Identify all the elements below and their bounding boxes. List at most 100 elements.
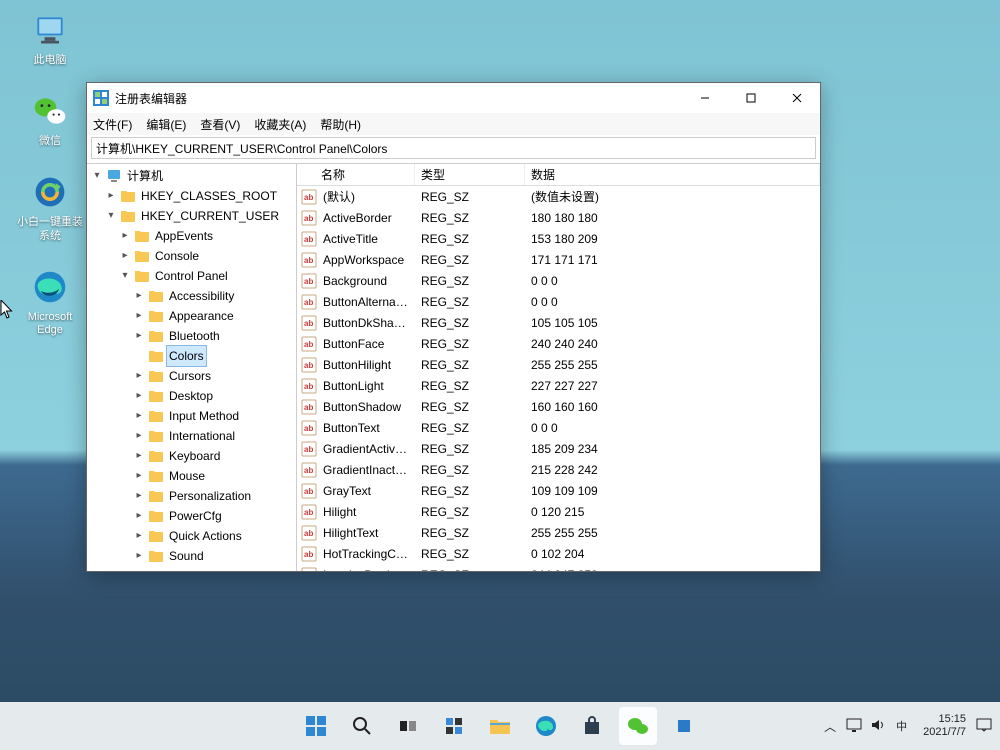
string-value-icon: [301, 504, 317, 520]
value-row[interactable]: InactiveBorderREG_SZ244 247 252: [297, 564, 820, 571]
tree-item[interactable]: ▸Keyboard: [133, 446, 296, 466]
value-row[interactable]: GradientActive...REG_SZ185 209 234: [297, 438, 820, 459]
desktop-edge[interactable]: MicrosoftEdge: [10, 267, 90, 337]
wechat-icon: [30, 91, 70, 131]
value-row[interactable]: ButtonFaceREG_SZ240 240 240: [297, 333, 820, 354]
value-row[interactable]: ButtonShadowREG_SZ160 160 160: [297, 396, 820, 417]
string-value-icon: [301, 231, 317, 247]
tool-taskbar[interactable]: [665, 707, 703, 745]
tree-hkcu[interactable]: ▾HKEY_CURRENT_USER: [105, 206, 296, 226]
start-button[interactable]: [297, 707, 335, 745]
tree-item[interactable]: ▸Console: [119, 246, 296, 266]
value-row[interactable]: HilightREG_SZ0 120 215: [297, 501, 820, 522]
tool-icon: [30, 172, 70, 212]
menu-item[interactable]: 收藏夹(A): [254, 116, 306, 133]
tree-pane[interactable]: ▾计算机▸HKEY_CLASSES_ROOT▾HKEY_CURRENT_USER…: [87, 164, 297, 571]
col-name[interactable]: 名称: [297, 164, 415, 185]
taskbar: ︿ 中 15:15 2021/7/7: [0, 702, 1000, 750]
edge-icon: [30, 267, 70, 307]
value-row[interactable]: GradientInactiv...REG_SZ215 228 242: [297, 459, 820, 480]
string-value-icon: [301, 315, 317, 331]
tree-item[interactable]: ▸Desktop: [133, 386, 296, 406]
minimize-button[interactable]: [682, 83, 728, 113]
clock[interactable]: 15:15 2021/7/7: [923, 713, 966, 739]
volume-icon[interactable]: [870, 718, 886, 735]
tree-item[interactable]: ▸Quick Actions: [133, 526, 296, 546]
string-value-icon: [301, 210, 317, 226]
tree-item[interactable]: Colors: [133, 346, 296, 366]
explorer-button[interactable]: [481, 707, 519, 745]
system-tray: ︿ 中 15:15 2021/7/7: [824, 713, 992, 739]
value-row[interactable]: (默认)REG_SZ(数值未设置): [297, 186, 820, 207]
tree-control-panel[interactable]: ▾Control Panel: [119, 266, 296, 286]
tree-item[interactable]: ▸AppEvents: [119, 226, 296, 246]
tree-computer[interactable]: ▾计算机: [91, 166, 296, 186]
value-row[interactable]: ButtonLightREG_SZ227 227 227: [297, 375, 820, 396]
value-row[interactable]: ActiveBorderREG_SZ180 180 180: [297, 207, 820, 228]
value-row[interactable]: ButtonDkShad...REG_SZ105 105 105: [297, 312, 820, 333]
column-headers[interactable]: 名称 类型 数据: [297, 164, 820, 186]
maximize-button[interactable]: [728, 83, 774, 113]
desktop-wechat[interactable]: 微信: [10, 91, 90, 148]
tree-item[interactable]: ▸Appearance: [133, 306, 296, 326]
tree-item[interactable]: ▸Bluetooth: [133, 326, 296, 346]
tree-hkcr[interactable]: ▸HKEY_CLASSES_ROOT: [105, 186, 296, 206]
value-row[interactable]: ButtonAlternat...REG_SZ0 0 0: [297, 291, 820, 312]
desktop-tool[interactable]: 小白一键重装系统: [10, 172, 90, 242]
tree-item[interactable]: ▸PowerCfg: [133, 506, 296, 526]
string-value-icon: [301, 294, 317, 310]
close-button[interactable]: [774, 83, 820, 113]
value-row[interactable]: ButtonHilightREG_SZ255 255 255: [297, 354, 820, 375]
ime-indicator[interactable]: 中: [896, 718, 907, 734]
tree-item[interactable]: ▸Personalization: [133, 486, 296, 506]
titlebar[interactable]: 注册表编辑器: [87, 83, 820, 113]
col-data[interactable]: 数据: [525, 164, 820, 185]
search-button[interactable]: [343, 707, 381, 745]
string-value-icon: [301, 525, 317, 541]
string-value-icon: [301, 252, 317, 268]
network-icon[interactable]: [846, 718, 862, 735]
tree-item[interactable]: ▸Mouse: [133, 466, 296, 486]
window-title: 注册表编辑器: [115, 90, 187, 107]
string-value-icon: [301, 399, 317, 415]
menu-item[interactable]: 文件(F): [93, 116, 132, 133]
widgets-button[interactable]: [435, 707, 473, 745]
desktop-pc[interactable]: 此电脑: [10, 10, 90, 67]
value-row[interactable]: HilightTextREG_SZ255 255 255: [297, 522, 820, 543]
address-bar[interactable]: [91, 137, 816, 159]
store-button[interactable]: [573, 707, 611, 745]
value-row[interactable]: ButtonTextREG_SZ0 0 0: [297, 417, 820, 438]
value-row[interactable]: AppWorkspaceREG_SZ171 171 171: [297, 249, 820, 270]
string-value-icon: [301, 546, 317, 562]
notifications-icon[interactable]: [976, 718, 992, 735]
tree-item[interactable]: ▸Accessibility: [133, 286, 296, 306]
string-value-icon: [301, 357, 317, 373]
menu-item[interactable]: 帮助(H): [320, 116, 361, 133]
menu-item[interactable]: 查看(V): [200, 116, 240, 133]
value-row[interactable]: GrayTextREG_SZ109 109 109: [297, 480, 820, 501]
regedit-icon: [93, 90, 109, 106]
string-value-icon: [301, 462, 317, 478]
tray-overflow-icon[interactable]: ︿: [824, 718, 836, 735]
tree-item[interactable]: ▸Environment: [119, 566, 296, 571]
string-value-icon: [301, 378, 317, 394]
wechat-taskbar[interactable]: [619, 707, 657, 745]
tree-item[interactable]: ▸Sound: [133, 546, 296, 566]
col-type[interactable]: 类型: [415, 164, 525, 185]
tree-item[interactable]: ▸International: [133, 426, 296, 446]
tree-item[interactable]: ▸Cursors: [133, 366, 296, 386]
edge-taskbar[interactable]: [527, 707, 565, 745]
string-value-icon: [301, 567, 317, 572]
tree-item[interactable]: ▸Input Method: [133, 406, 296, 426]
menubar: 文件(F) 编辑(E) 查看(V) 收藏夹(A) 帮助(H): [87, 113, 820, 135]
string-value-icon: [301, 273, 317, 289]
string-value-icon: [301, 189, 317, 205]
window-controls: [682, 83, 820, 113]
values-pane[interactable]: 名称 类型 数据 (默认)REG_SZ(数值未设置)ActiveBorderRE…: [297, 164, 820, 571]
value-row[interactable]: ActiveTitleREG_SZ153 180 209: [297, 228, 820, 249]
value-row[interactable]: BackgroundREG_SZ0 0 0: [297, 270, 820, 291]
value-row[interactable]: HotTrackingCo...REG_SZ0 102 204: [297, 543, 820, 564]
taskview-button[interactable]: [389, 707, 427, 745]
menu-item[interactable]: 编辑(E): [146, 116, 186, 133]
pc-icon: [30, 10, 70, 50]
